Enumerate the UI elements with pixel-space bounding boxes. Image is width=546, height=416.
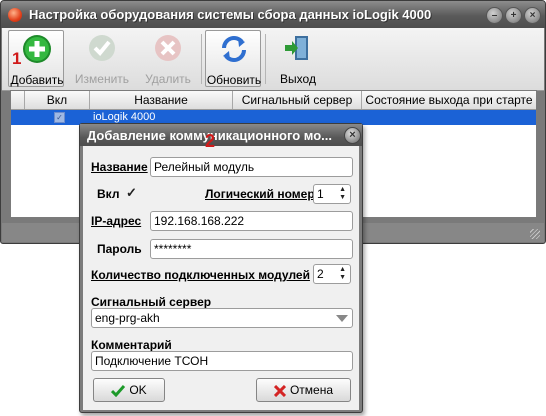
main-titlebar[interactable]: Настройка оборудования системы сбора дан…: [1, 1, 545, 28]
dropdown-arrow-icon[interactable]: [336, 313, 348, 323]
refresh-button-label: Обновить: [206, 73, 262, 87]
modules-count-spinner[interactable]: 2 ▲ ▼: [313, 264, 351, 284]
close-button[interactable]: ×: [524, 7, 541, 24]
delete-x-icon: [155, 35, 181, 61]
resize-grip[interactable]: [530, 229, 540, 239]
checkmark-icon: [89, 35, 115, 61]
exit-button-label: Выход: [280, 72, 316, 86]
modules-count-label: Количество подключенных модулей: [91, 268, 310, 282]
signal-server-label: Сигнальный сервер: [91, 295, 212, 309]
logical-number-label: Логический номер: [205, 187, 315, 201]
window-title: Настройка оборудования системы сбора дан…: [29, 7, 432, 22]
app-icon: [8, 8, 22, 22]
minimize-button[interactable]: –: [486, 7, 503, 24]
grid-header: Вкл Название Сигнальный сервер Состояние…: [11, 91, 536, 110]
spinner-arrows-icon[interactable]: ▲ ▼: [339, 186, 346, 202]
password-label: Пароль: [97, 242, 142, 256]
refresh-button[interactable]: Обновить: [205, 30, 261, 87]
enabled-checkbox[interactable]: ✓: [126, 186, 138, 199]
signal-server-value: eng-prg-akh: [95, 311, 160, 325]
column-server[interactable]: Сигнальный сервер: [233, 91, 362, 109]
name-label: Название: [91, 160, 148, 174]
refresh-icon: [222, 36, 246, 62]
annotation-step-1: 1: [12, 49, 22, 68]
add-plus-icon: [23, 35, 51, 63]
dialog-close-button[interactable]: ×: [344, 127, 361, 144]
edit-button[interactable]: Изменить: [74, 30, 130, 87]
toolbar-separator: [201, 34, 202, 84]
add-button-label: Добавить: [10, 73, 64, 87]
toolbar: Добавить Изменить Удалить Обновить Выход: [2, 28, 544, 91]
checkmark-icon: [111, 384, 126, 397]
spinner-arrows-icon[interactable]: ▲ ▼: [339, 266, 346, 282]
ok-button[interactable]: OK: [93, 378, 165, 402]
comment-field[interactable]: Подключение ТСОН: [91, 351, 353, 371]
column-start-state[interactable]: Состояние выхода при старте: [362, 91, 536, 109]
grid-header-indicator: [11, 91, 25, 109]
maximize-button[interactable]: +: [505, 7, 522, 24]
modules-count-value: 2: [317, 267, 324, 281]
add-module-dialog: Добавление коммуникационного мо... × Наз…: [79, 123, 363, 413]
ok-button-label: OK: [129, 383, 147, 397]
column-name[interactable]: Название: [90, 91, 233, 109]
ip-address-field[interactable]: 192.168.168.222: [150, 211, 353, 231]
edit-button-label: Изменить: [74, 72, 130, 86]
cancel-button-label: Отмена: [289, 383, 334, 397]
password-field[interactable]: ********: [150, 239, 353, 259]
comment-label: Комментарий: [91, 338, 172, 352]
dialog-titlebar[interactable]: Добавление коммуникационного мо... ×: [80, 124, 362, 146]
enabled-label: Вкл: [97, 187, 120, 201]
exit-door-icon: [285, 36, 308, 60]
ip-address-label: IP-адрес: [91, 214, 142, 228]
delete-button-label: Удалить: [145, 72, 191, 86]
annotation-step-2: 2: [205, 131, 216, 151]
column-enabled[interactable]: Вкл: [25, 91, 90, 109]
logical-number-spinner[interactable]: 1 ▲ ▼: [313, 184, 351, 204]
signal-server-combobox[interactable]: eng-prg-akh: [91, 308, 353, 328]
dialog-body: Название Релейный модуль Вкл ✓ Логически…: [83, 146, 359, 410]
exit-button[interactable]: Выход: [270, 30, 326, 87]
delete-button[interactable]: Удалить: [140, 30, 196, 87]
name-field[interactable]: Релейный модуль: [150, 157, 353, 177]
toolbar-separator: [265, 34, 266, 84]
cancel-button[interactable]: Отмена: [256, 378, 351, 402]
close-x-icon: [273, 384, 286, 397]
logical-number-value: 1: [317, 187, 324, 201]
row-enabled-checkbox[interactable]: ✓: [54, 112, 65, 123]
